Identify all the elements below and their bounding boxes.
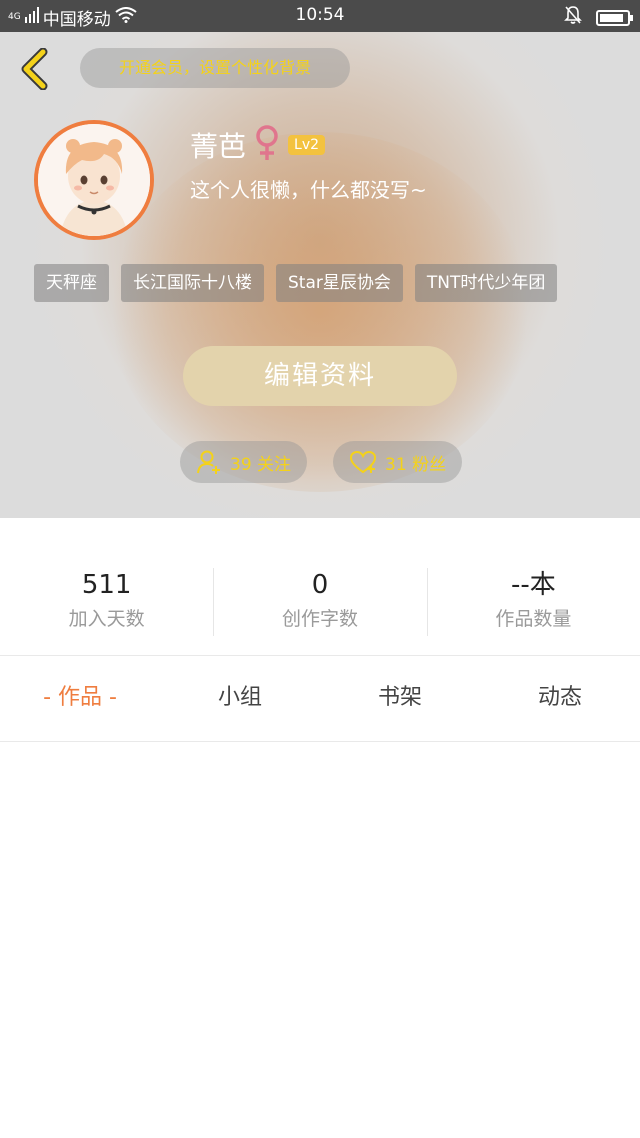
tab-groups[interactable]: 小组: [160, 656, 320, 740]
female-gender-icon: [254, 124, 280, 166]
stat-label: 作品数量: [495, 608, 572, 630]
heart-icon: [350, 450, 377, 474]
nickname-row: 菁芭 Lv2: [190, 124, 326, 166]
avatar[interactable]: [34, 120, 154, 240]
follow-row: 39 关注 31 粉丝: [180, 441, 463, 483]
user-add-icon: [197, 450, 220, 474]
bio-text: 这个人很懒，什么都没写~: [190, 178, 427, 202]
tag-item[interactable]: 长江国际十八楼: [121, 264, 264, 302]
stat-work-count: --本 作品数量: [426, 518, 640, 655]
back-button[interactable]: [14, 47, 54, 91]
tab-works[interactable]: - 作品 -: [0, 656, 160, 740]
works-content-area: [0, 742, 640, 1138]
battery-icon: [596, 9, 633, 26]
stat-label: 加入天数: [68, 608, 145, 630]
status-time: 10:54: [295, 5, 345, 25]
status-bar: 4G 中国移动 10:54: [0, 0, 640, 32]
stat-join-days: 511 加入天数: [0, 518, 213, 655]
following-count: 39 关注: [230, 454, 292, 475]
level-badge: Lv2: [288, 135, 326, 155]
followers-button[interactable]: 31 粉丝: [333, 441, 463, 483]
tag-item[interactable]: 天秤座: [34, 264, 109, 302]
vip-banner[interactable]: 开通会员，设置个性化背景: [80, 48, 350, 88]
stats-row: 511 加入天数 0 创作字数 --本 作品数量: [0, 518, 640, 655]
tag-list: 天秤座 长江国际十八楼 Star星辰协会 TNT时代少年团: [34, 264, 558, 302]
tab-activity[interactable]: 动态: [480, 656, 640, 740]
stat-word-count: 0 创作字数: [213, 518, 426, 655]
following-button[interactable]: 39 关注: [180, 441, 308, 483]
avatar-illustration: [38, 124, 150, 236]
stat-value: 0: [311, 570, 329, 600]
stat-value: 511: [81, 570, 132, 600]
stat-value: --本: [510, 570, 556, 600]
followers-count: 31 粉丝: [385, 454, 447, 475]
chevron-left-icon: [21, 48, 48, 90]
profile-tabs: - 作品 - 小组 书架 动态: [0, 656, 640, 740]
status-right: [564, 5, 633, 30]
stat-label: 创作字数: [281, 608, 358, 630]
tab-bookshelf[interactable]: 书架: [320, 656, 480, 740]
mute-bell-icon: [564, 5, 582, 30]
nickname: 菁芭: [190, 130, 247, 163]
tag-item[interactable]: TNT时代少年团: [414, 264, 558, 302]
tag-item[interactable]: Star星辰协会: [276, 264, 403, 302]
profile-header: 开通会员，设置个性化背景 菁芭 Lv2 这个人很懒，什么都没写~ 天秤座 长江国…: [0, 32, 640, 518]
edit-profile-button[interactable]: 编辑资料: [183, 346, 457, 406]
